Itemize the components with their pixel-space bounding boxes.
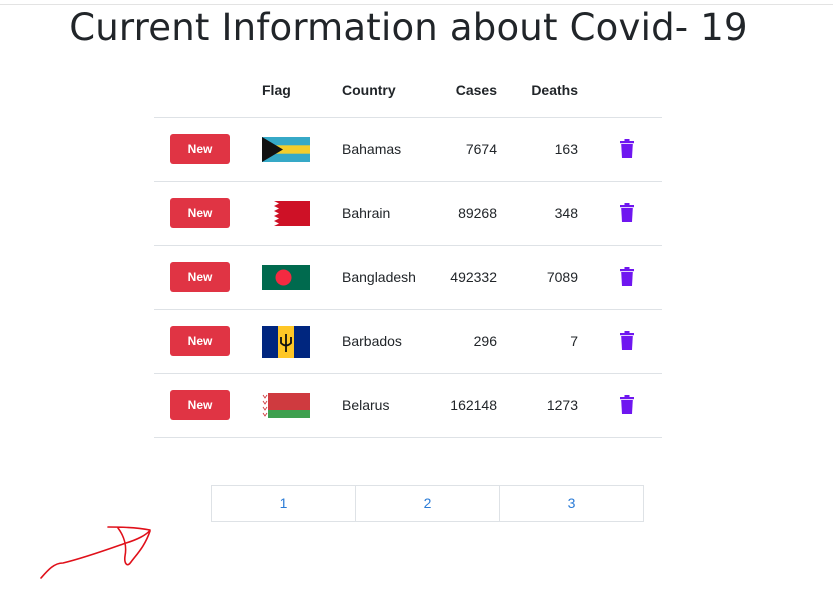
hand-drawn-arrow-annotation (40, 526, 151, 579)
